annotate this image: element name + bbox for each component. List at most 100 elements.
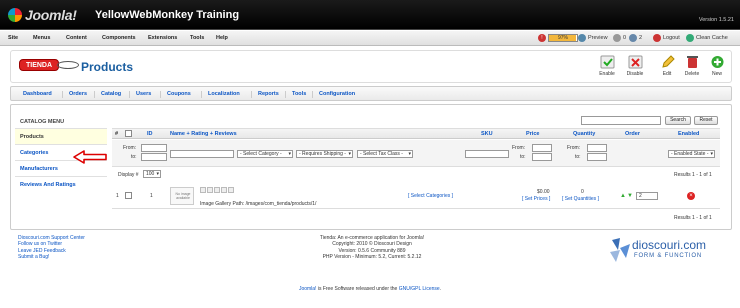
star-icon <box>228 187 234 193</box>
row-price: $0.00 <box>537 189 550 195</box>
progress-meter: 97% <box>548 34 578 42</box>
users-count-value: 2 <box>639 35 643 41</box>
order-input[interactable]: 2 <box>636 192 658 200</box>
users-icon <box>629 34 637 42</box>
menu-menus[interactable]: Menus <box>33 35 50 41</box>
dioscouri-logo[interactable]: dioscouri.com FORM & FUNCTION <box>608 238 728 264</box>
menu-components[interactable]: Components <box>102 35 136 41</box>
search-input[interactable] <box>581 116 661 125</box>
subnav-configuration[interactable]: Configuration <box>319 91 355 97</box>
order-down-icon[interactable]: ▼ <box>627 193 633 199</box>
qty-from-input[interactable] <box>587 144 607 152</box>
shipping-select[interactable]: - Requires Shipping - <box>296 150 353 158</box>
catalog-menu-heading: CATALOG MENU <box>20 119 65 125</box>
id-to-label: to: <box>131 154 137 160</box>
tienda-logo[interactable]: TIENDA <box>19 56 81 80</box>
subnav-tools[interactable]: Tools <box>292 91 306 97</box>
preview-icon <box>578 34 586 42</box>
preview-link[interactable]: Preview <box>578 34 608 42</box>
logout-link[interactable]: Logout <box>653 34 680 42</box>
id-from-input[interactable] <box>141 144 167 152</box>
catalog-menu-products[interactable]: Products <box>15 128 107 144</box>
tax-class-select[interactable]: - Select Tax Class - <box>357 150 413 158</box>
row-num: 1 <box>116 193 119 199</box>
search-button[interactable]: Search <box>665 116 691 125</box>
qty-to-input[interactable] <box>587 153 607 161</box>
logout-label: Logout <box>663 35 680 41</box>
sku-filter-input[interactable] <box>465 150 509 158</box>
id-from-label: From: <box>123 145 137 151</box>
joomla-link[interactable]: Joomla! <box>299 286 317 292</box>
order-up-icon[interactable]: ▲ <box>620 193 626 199</box>
joomla-logo[interactable]: Joomla! <box>8 7 77 23</box>
clean-cache-link[interactable]: Clean Cache <box>686 34 728 42</box>
new-button[interactable]: New <box>705 55 729 77</box>
col-quantity[interactable]: Quantity <box>573 131 595 137</box>
main-menu: Site Menus Content Components Extensions… <box>0 31 740 46</box>
menu-content[interactable]: Content <box>66 35 87 41</box>
disable-button[interactable]: Disable <box>623 55 647 77</box>
license-text: is Free Software released under the <box>316 286 399 292</box>
select-all-checkbox[interactable] <box>125 130 132 137</box>
messages-count[interactable]: 0 <box>613 34 626 42</box>
name-filter-input[interactable] <box>170 150 234 158</box>
red-arrow-annotation-icon <box>73 150 107 164</box>
reset-button[interactable]: Reset <box>694 116 718 125</box>
row-quantity: 0 <box>581 189 584 195</box>
subnav-orders[interactable]: Orders <box>69 91 87 97</box>
edit-button[interactable]: Edit <box>655 55 679 77</box>
gpl-license-link[interactable]: GNU/GPL License <box>399 286 440 292</box>
subnav-reports[interactable]: Reports <box>258 91 279 97</box>
products-table-header: # ID Name + Rating + Reviews SKU Price Q… <box>112 128 720 139</box>
select-categories-link[interactable]: [ Select Categories ] <box>408 193 453 199</box>
id-to-input[interactable] <box>141 153 167 161</box>
set-quantities-link[interactable]: [ Set Quantities ] <box>562 196 599 202</box>
row-checkbox[interactable] <box>125 192 132 199</box>
price-from-input[interactable] <box>532 144 552 152</box>
edit-icon <box>661 55 675 68</box>
messages-icon <box>613 34 621 42</box>
subnav-catalog[interactable]: Catalog <box>101 91 121 97</box>
col-name[interactable]: Name + Rating + Reviews <box>170 131 237 137</box>
subnav-dashboard[interactable]: Dashboard <box>23 91 52 97</box>
delete-button[interactable]: Delete <box>680 55 704 77</box>
progress-indicator: ! 97% <box>538 34 578 42</box>
disable-icon <box>628 55 642 69</box>
price-to-input[interactable] <box>532 153 552 161</box>
col-price[interactable]: Price <box>526 131 539 137</box>
subnav-coupons[interactable]: Coupons <box>167 91 191 97</box>
product-thumbnail[interactable]: No image available <box>170 187 194 205</box>
edit-label: Edit <box>662 71 672 77</box>
results-count-bottom: Results 1 - 1 of 1 <box>674 215 712 221</box>
star-icon <box>200 187 206 193</box>
dioscouri-logo-tagline: FORM & FUNCTION <box>634 253 702 259</box>
subnav-users[interactable]: Users <box>136 91 151 97</box>
table-row[interactable]: 1 1 No image available Image Gallery Pat… <box>112 185 720 209</box>
display-count-select[interactable]: 100 <box>143 170 161 178</box>
qty-from-label: From: <box>567 145 581 151</box>
menu-tools[interactable]: Tools <box>190 35 204 41</box>
set-prices-link[interactable]: [ Set Prices ] <box>522 196 550 202</box>
filter-row: From: to: - Select Category - - Requires… <box>112 140 720 167</box>
col-order[interactable]: Order <box>625 131 640 137</box>
menu-help[interactable]: Help <box>216 35 228 41</box>
users-online[interactable]: 2 <box>629 34 642 42</box>
footer-bug-link[interactable]: Submit a Bug! <box>18 254 85 260</box>
col-sku[interactable]: SKU <box>481 131 493 137</box>
logout-icon <box>653 34 661 42</box>
delete-label: Delete <box>684 71 700 77</box>
category-select[interactable]: - Select Category - <box>237 150 293 158</box>
subnav-localization[interactable]: Localization <box>208 91 240 97</box>
display-count-label: Display # <box>118 172 139 178</box>
menu-site[interactable]: Site <box>8 35 18 41</box>
menu-extensions[interactable]: Extensions <box>148 35 177 41</box>
enable-button[interactable]: Enable <box>595 55 619 77</box>
col-id[interactable]: ID <box>147 131 153 137</box>
footer-info-line: PHP Version - Minimum: 5.2, Current: 5.2… <box>322 253 422 260</box>
tienda-subnav: Dashboard Orders Catalog Users Coupons L… <box>10 86 732 101</box>
catalog-menu-reviews[interactable]: Reviews And Ratings <box>15 176 107 192</box>
col-enabled[interactable]: Enabled <box>678 131 699 137</box>
disabled-status-icon[interactable]: × <box>687 192 695 200</box>
subnav-divider <box>201 91 202 98</box>
enabled-state-select[interactable]: - Enabled State - <box>668 150 715 158</box>
